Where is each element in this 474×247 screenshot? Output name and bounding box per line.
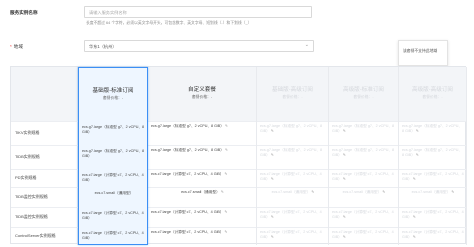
spec-cell: ecs.c7.small（通用型）✎: [342, 190, 386, 194]
spec-cell: ecs.c7.large（计算型 c7、2 vCPU、4 GiB）: [82, 173, 144, 182]
plan-column[interactable]: 自定义套餐套餐价格：- ecs.g7.large（标准型 g7、2 vCPU、8 …: [148, 67, 257, 245]
spec-cell: ecs.c7.small（通用型）✎: [411, 190, 455, 194]
edit-icon[interactable]: ✎: [382, 190, 385, 194]
edit-icon[interactable]: ✎: [413, 177, 416, 181]
plan-price: 套餐价格：-: [282, 95, 303, 99]
spec-cell: ecs.g7.large（标准型 g7、2 vCPU、8 GiB）✎: [151, 124, 229, 128]
instance-name-section: 服务实例名称 请输入服务实例名称 长度不超过 64 个字符，必须以英文字母开头，…: [0, 0, 474, 38]
spec-cell: ecs.g7.large（标准型 g7、2 vCPU、8 GiB）✎: [402, 148, 463, 157]
plan-comparison-table: TiKV实例规格 TiDB实例规格 PD实例规格 TiDB监控实例规格 TiDB监控实例…: [10, 66, 467, 245]
plan-price: 套餐价格：-: [191, 95, 213, 99]
spec-cell: ecs.g7.large（标准型 g7、2 vCPU、8 GiB）✎: [260, 148, 323, 157]
spec-cell: ecs.c7.large（计算型 c7、2 vCPU、4 GiB）✎: [260, 210, 322, 219]
spec-cell: ecs.c7.large（计算型 c7、2 vCPU、4 GiB）✎: [402, 230, 464, 239]
edit-icon[interactable]: ✎: [271, 177, 274, 181]
row-label: TiDB实例规格: [15, 154, 40, 159]
spec-cell: ecs.g7.large（标准型 g7、2 vCPU、8 GiB）✎: [332, 148, 395, 157]
edit-icon[interactable]: ✎: [225, 172, 228, 176]
plan-column[interactable]: 高级版-标准订阅 套餐价格：- ecs.g7.large（标准型 g7、2 vCPU…: [329, 67, 399, 245]
spec-cell: ecs.c7.large（计算型 c7、2 vCPU、4 GiB）✎: [332, 172, 394, 181]
spec-cell: ecs.c7.small（通用型）✎: [181, 190, 224, 194]
spec-cell: ecs.g7.large（标准型 g7、2 vCPU、8 GiB）: [82, 125, 145, 134]
spec-cell: ecs.g7.large（标准型 g7、2 vCPU、8 GiB）✎: [402, 124, 463, 133]
unsupported-region-tooltip: 该套餐不支持此地域: [398, 40, 448, 66]
spec-cell: ecs.c7.large（计算型 c7、2 vCPU、4 GiB）✎: [260, 172, 322, 181]
edit-icon[interactable]: ✎: [413, 235, 416, 239]
spec-cell: ecs.c7.large（计算型 c7、2 vCPU、4 GiB）: [82, 231, 144, 240]
chevron-down-icon: ⌄: [304, 42, 309, 48]
spec-cell: ecs.g7.large（标准型 g7、2 vCPU、8 GiB）: [82, 149, 145, 158]
spec-cell: ecs.c7.large（计算型 c7、2 vCPU、4 GiB）✎: [402, 210, 464, 219]
edit-icon[interactable]: ✎: [343, 177, 346, 181]
edit-icon[interactable]: ✎: [225, 230, 228, 234]
instance-name-hint: 长度不超过 64 个字符，必须以英文字母开头，可包含数字、英文字母、短划线（-）…: [86, 21, 252, 25]
spec-cell: ecs.c7.small（通用型）: [94, 191, 134, 195]
edit-icon[interactable]: ✎: [271, 215, 274, 219]
plan-title: 基础版-高级订阅: [271, 87, 314, 93]
spec-cell: ecs.c7.large（计算型 c7、2 vCPU、4 GiB）✎: [151, 230, 228, 234]
instance-name-input[interactable]: 请输入服务实例名称: [84, 6, 312, 18]
spec-cell: ecs.g7.large（标准型 g7、2 vCPU、8 GiB）✎: [151, 148, 229, 152]
row-label: TiDB监控实例规格: [15, 214, 48, 219]
plan-title: 高级版-高级订阅: [411, 87, 454, 93]
spec-cell: ecs.c7.large（计算型 c7、2 vCPU、4 GiB）✎: [151, 172, 228, 176]
edit-icon[interactable]: ✎: [416, 129, 419, 133]
edit-icon[interactable]: ✎: [271, 129, 274, 133]
region-select-value: 华东1（杭州）: [89, 44, 117, 49]
spec-cell: ecs.c7.large（计算型 c7、2 vCPU、4 GiB）: [82, 211, 144, 220]
edit-icon[interactable]: ✎: [343, 153, 346, 157]
plan-column[interactable]: 基础版-高级订阅 套餐价格：- ecs.g7.large（标准型 g7、2 vCPU…: [257, 67, 329, 245]
edit-icon[interactable]: ✎: [225, 210, 228, 214]
spec-cell: ecs.c7.large（计算型 c7、2 vCPU、4 GiB）✎: [260, 230, 322, 239]
edit-icon[interactable]: ✎: [225, 124, 228, 128]
edit-icon[interactable]: ✎: [416, 153, 419, 157]
row-label: PD实例规格: [15, 175, 37, 180]
row-label: TiDB监控实例规格: [15, 194, 48, 199]
edit-icon[interactable]: ✎: [271, 153, 274, 157]
spec-cell: ecs.c7.large（计算型 c7、2 vCPU、4 GiB）✎: [332, 230, 394, 239]
row-label: TiKV实例规格: [15, 130, 40, 135]
plan-title: 自定义套餐: [188, 87, 216, 93]
spec-cell: ecs.g7.large（标准型 g7、2 vCPU、8 GiB）✎: [260, 124, 323, 133]
plan-column[interactable]: 高级版-高级订阅 套餐价格：- ecs.g7.large（标准型 g7、2 vCPU…: [399, 67, 467, 245]
edit-icon[interactable]: ✎: [413, 215, 416, 219]
plan-column[interactable]: 基础版-标准订阅 套餐价格：- ecs.g7.large（标准型 g7、2 vCPU…: [78, 67, 148, 245]
spec-cell: ecs.g7.large（标准型 g7、2 vCPU、8 GiB）✎: [332, 124, 395, 133]
edit-icon[interactable]: ✎: [225, 148, 228, 152]
row-label-column: TiKV实例规格 TiDB实例规格 PD实例规格 TiDB监控实例规格 TiDB监控实例…: [11, 67, 78, 245]
spec-cell: ecs.c7.large（计算型 c7、2 vCPU、4 GiB）✎: [332, 210, 394, 219]
region-label-text: 地域: [13, 44, 23, 49]
edit-icon[interactable]: ✎: [343, 129, 346, 133]
spec-cell: ecs.c7.large（计算型 c7、2 vCPU、4 GiB）✎: [151, 210, 228, 214]
edit-icon[interactable]: ✎: [343, 235, 346, 239]
plan-price: 套餐价格：-: [353, 95, 374, 99]
edit-icon[interactable]: ✎: [451, 190, 454, 194]
instance-name-label: 服务实例名称: [10, 10, 38, 15]
region-label: * 地域: [10, 44, 23, 50]
region-select[interactable]: 华东1（杭州） ⌄: [84, 40, 314, 52]
edit-icon[interactable]: ✎: [343, 215, 346, 219]
spec-cell: ecs.c7.large（计算型 c7、2 vCPU、4 GiB）✎: [402, 172, 464, 181]
spec-cell: ecs.c7.small（通用型）✎: [271, 190, 315, 194]
edit-icon[interactable]: ✎: [311, 190, 314, 194]
required-mark: *: [10, 44, 12, 49]
plan-title: 高级版-标准订阅: [342, 87, 385, 93]
plan-price: 套餐价格：-: [422, 95, 443, 99]
edit-icon[interactable]: ✎: [271, 235, 274, 239]
plan-title: 基础版-标准订阅: [92, 88, 134, 94]
row-label: ControlServer实例规格: [15, 233, 56, 238]
plan-price: 套餐价格：-: [102, 96, 124, 100]
edit-icon[interactable]: ✎: [221, 190, 224, 194]
